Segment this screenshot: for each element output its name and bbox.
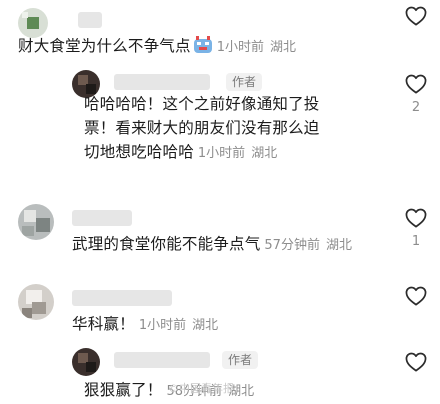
like-button[interactable] xyxy=(404,352,428,372)
reply-text-line: 票！看来财大的朋友们没有那么迫 xyxy=(84,119,320,137)
reply-text-line: 哈哈哈哈！这个之前好像通知了投 xyxy=(84,95,320,113)
like-button[interactable] xyxy=(404,6,428,26)
comment-text: 武理的食堂你能不能争点气 57分钟前 湖北 xyxy=(72,235,352,253)
comment-time: 1小时前 xyxy=(216,40,264,55)
heart-icon xyxy=(405,6,427,26)
heart-icon xyxy=(405,286,427,306)
comment-location: 湖北 xyxy=(325,238,352,253)
comment-time: 1小时前 xyxy=(138,318,187,333)
comment-text: 财大食堂为什么不争气点 1小时前 湖北 xyxy=(18,36,296,55)
username-blurred[interactable] xyxy=(72,290,172,306)
watermark: ©中国青年报 xyxy=(168,382,234,395)
like-count: 1 xyxy=(411,234,421,249)
reply-text: 哈哈哈哈！这个之前好像通知了投 票！看来财大的朋友们没有那么迫 切地想吃哈哈哈 1… xyxy=(84,92,374,166)
author-badge: 作者 xyxy=(222,351,259,369)
username-blurred[interactable] xyxy=(72,210,132,226)
like-button[interactable]: 2 xyxy=(404,74,428,115)
username-blurred[interactable] xyxy=(114,352,210,368)
avatar[interactable] xyxy=(18,284,54,320)
like-button[interactable] xyxy=(404,286,428,306)
heart-icon xyxy=(405,352,427,372)
comment-item: 武理的食堂你能不能争点气 57分钟前 湖北 1 xyxy=(0,196,440,276)
comment-location: 湖北 xyxy=(251,146,278,161)
like-button[interactable]: 1 xyxy=(404,208,428,249)
comment-time: 1小时前 xyxy=(197,146,246,161)
heart-icon xyxy=(405,74,427,94)
like-count: 2 xyxy=(411,100,421,115)
author-badge: 作者 xyxy=(226,73,263,91)
avatar[interactable] xyxy=(18,204,54,240)
heart-icon xyxy=(405,208,427,228)
comment-text: 华科赢！ 1小时前 湖北 xyxy=(72,315,219,333)
comment-item: 财大食堂为什么不争气点 1小时前 湖北 xyxy=(0,0,440,62)
reply-item: 作者 哈哈哈哈！这个之前好像通知了投 票！看来财大的朋友们没有那么迫 切地想吃哈… xyxy=(0,62,440,186)
comment-location: 湖北 xyxy=(269,40,296,55)
comment-time: 57分钟前 xyxy=(264,238,320,253)
username-blurred[interactable] xyxy=(78,12,102,28)
avatar[interactable] xyxy=(72,348,100,376)
comment-item: 华科赢！ 1小时前 湖北 xyxy=(0,276,440,340)
comment-location: 湖北 xyxy=(192,318,219,333)
username-blurred[interactable] xyxy=(114,74,210,90)
angry-face-emoji-icon xyxy=(193,36,213,54)
reply-text-line: 切地想吃哈哈哈 xyxy=(84,143,194,161)
